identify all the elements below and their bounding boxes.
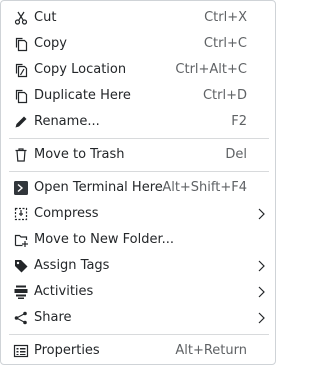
menu-item-share[interactable]: Share <box>1 305 277 331</box>
menu-item-label: Copy Location <box>34 62 127 77</box>
chevron-right-icon <box>257 208 265 220</box>
terminal-icon <box>13 180 29 196</box>
menu-item-label: Share <box>34 310 72 325</box>
duplicate-icon <box>13 88 29 104</box>
chevron-right-icon <box>257 286 265 298</box>
menu-item-shortcut: Ctrl+X <box>204 10 247 25</box>
menu-item-open-terminal-here[interactable]: Open Terminal Here Alt+Shift+F4 <box>1 175 277 201</box>
share-icon <box>13 310 29 326</box>
menu-item-move-to-new-folder[interactable]: Move to New Folder... <box>1 227 277 253</box>
menu-item-assign-tags[interactable]: Assign Tags <box>1 253 277 279</box>
menu-item-label: Assign Tags <box>34 258 110 273</box>
properties-icon <box>13 343 29 359</box>
compress-icon <box>13 206 29 222</box>
menu-item-copy-location[interactable]: Copy Location Ctrl+Alt+C <box>1 57 277 83</box>
menu-item-shortcut: Del <box>225 147 247 162</box>
copy-location-icon <box>13 62 29 78</box>
menu-item-label: Move to New Folder... <box>34 232 175 247</box>
menu-item-move-to-trash[interactable]: Move to Trash Del <box>1 142 277 168</box>
activities-icon <box>13 284 29 300</box>
menu-item-label: Properties <box>34 343 100 358</box>
menu-separator <box>9 171 269 172</box>
chevron-right-icon <box>257 260 265 272</box>
menu-item-properties[interactable]: Properties Alt+Return <box>1 338 277 364</box>
menu-item-label: Copy <box>34 36 67 51</box>
scissors-icon <box>13 10 29 26</box>
menu-separator <box>9 138 269 139</box>
menu-item-label: Rename... <box>34 114 100 129</box>
context-menu: Cut Ctrl+X Copy Ctrl+C Copy Location Ctr… <box>0 0 276 365</box>
menu-item-rename[interactable]: Rename... F2 <box>1 109 277 135</box>
menu-item-cut[interactable]: Cut Ctrl+X <box>1 5 277 31</box>
menu-item-compress[interactable]: Compress <box>1 201 277 227</box>
menu-item-shortcut: Ctrl+C <box>203 36 247 51</box>
menu-item-label: Duplicate Here <box>34 88 131 103</box>
menu-item-copy[interactable]: Copy Ctrl+C <box>1 31 277 57</box>
menu-item-duplicate-here[interactable]: Duplicate Here Ctrl+D <box>1 83 277 109</box>
pencil-icon <box>13 114 29 130</box>
trash-icon <box>13 147 29 163</box>
menu-item-label: Activities <box>34 284 94 299</box>
menu-item-label: Open Terminal Here <box>34 180 163 195</box>
menu-item-label: Compress <box>34 206 99 221</box>
menu-item-shortcut: Ctrl+D <box>202 88 247 103</box>
menu-item-shortcut: F2 <box>231 114 247 129</box>
menu-item-label: Move to Trash <box>34 147 125 162</box>
copy-icon <box>13 36 29 52</box>
menu-separator <box>9 334 269 335</box>
menu-item-shortcut: Ctrl+Alt+C <box>175 62 247 77</box>
tag-icon <box>13 258 29 274</box>
menu-item-shortcut: Alt+Return <box>175 343 247 358</box>
menu-item-label: Cut <box>34 10 57 25</box>
menu-item-shortcut: Alt+Shift+F4 <box>162 180 247 195</box>
chevron-right-icon <box>257 312 265 324</box>
menu-item-activities[interactable]: Activities <box>1 279 277 305</box>
new-folder-icon <box>13 232 29 248</box>
